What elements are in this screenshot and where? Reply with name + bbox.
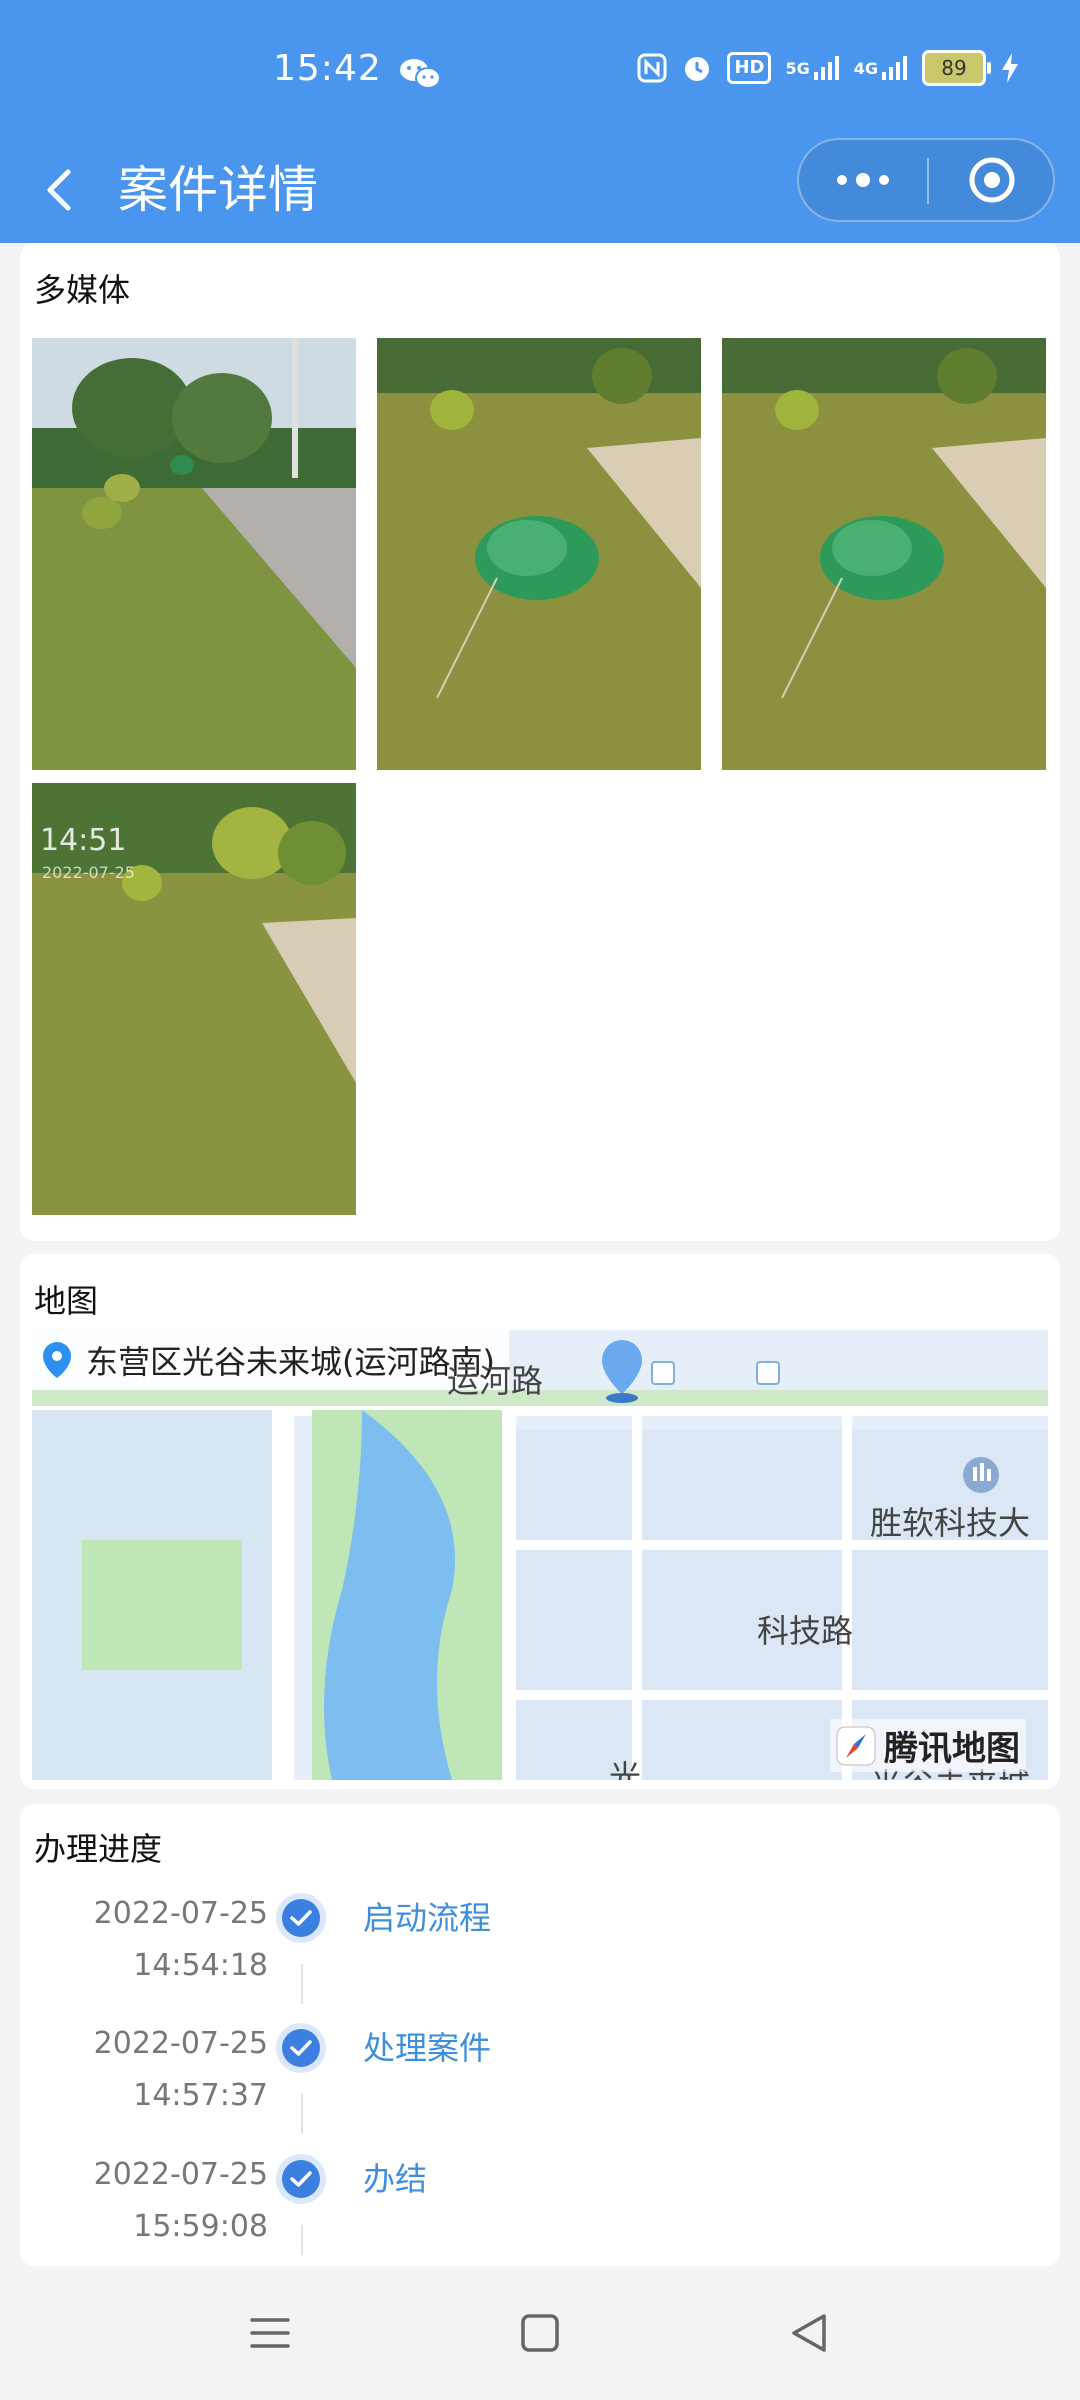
hd-icon: HD — [727, 52, 772, 84]
status-time: 15:42 — [273, 48, 382, 89]
nfc-icon — [637, 53, 667, 83]
step-time: 14:57:37 — [133, 2078, 268, 2113]
system-nav-bar — [0, 2266, 1080, 2400]
status-icons: HD 5G 4G 89 — [637, 50, 1020, 86]
miniprogram-capsule — [797, 138, 1055, 222]
back-button[interactable] — [34, 150, 94, 230]
more-button[interactable] — [799, 140, 927, 220]
photo-date: 2022-07-25 — [42, 863, 135, 882]
close-miniprogram-button[interactable] — [929, 140, 1055, 220]
photo-image — [377, 338, 701, 770]
home-icon[interactable] — [510, 2306, 570, 2360]
tencent-map-logo: 腾讯地图 — [830, 1719, 1026, 1772]
timeline-connector — [301, 1964, 303, 2004]
menu-icon[interactable] — [240, 2306, 300, 2360]
timeline-step: 2022-07-25 14:57:37 处理案件 — [20, 2018, 1060, 2138]
map-view[interactable]: 东营区光谷未来城(运河路南) 运河路 胜软科技大 科技路 光 光谷未来城 腾讯地… — [32, 1330, 1048, 1780]
map-address-bar: 东营区光谷未来城(运河路南) — [32, 1330, 509, 1390]
alarm-icon — [681, 52, 713, 84]
photo-timestamp: 14:51 — [40, 823, 127, 858]
target-close-icon — [969, 157, 1015, 203]
step-date: 2022-07-25 — [93, 2026, 268, 2061]
media-title: 多媒体 — [34, 271, 131, 309]
check-circle-icon — [276, 2023, 326, 2073]
photo-image — [32, 338, 356, 770]
map-label-road: 运河路 — [447, 1362, 544, 1400]
map-label-tech-road: 科技路 — [757, 1612, 854, 1650]
timeline-connector — [301, 2225, 303, 2255]
more-dot-icon — [837, 175, 847, 185]
step-time: 15:59:08 — [133, 2209, 268, 2244]
more-dot-icon — [856, 173, 870, 187]
signal-5g-label: 5G — [785, 58, 810, 78]
progress-card: 办理进度 2022-07-25 14:54:18 启动流程 2022-07-25… — [20, 1804, 1060, 2266]
signal-4g-icon: 4G — [854, 54, 908, 82]
wechat-icon — [400, 59, 441, 89]
signal-4g-label: 4G — [853, 58, 878, 78]
more-dot-icon — [879, 175, 889, 185]
step-label[interactable]: 处理案件 — [363, 2022, 491, 2074]
progress-title: 办理进度 — [34, 1830, 163, 1868]
location-pin-icon — [43, 1342, 71, 1378]
step-time: 14:54:18 — [133, 1948, 268, 1983]
battery-indicator: 89 — [922, 50, 991, 86]
timeline-step: 2022-07-25 15:59:08 办结 — [20, 2149, 1060, 2269]
photo-3[interactable] — [722, 338, 1046, 770]
map-card: 地图 东营区光谷未来城(运河路南) 运河路 胜软科技大 科技路 光 腾讯地图 — [20, 1254, 1060, 1789]
tencent-map-text: 腾讯地图 — [884, 1729, 1020, 1769]
back-triangle-icon[interactable] — [780, 2306, 840, 2360]
step-date: 2022-07-25 — [93, 2157, 268, 2192]
check-circle-icon — [276, 2154, 326, 2204]
photo-1[interactable] — [32, 338, 356, 770]
timeline-connector — [301, 2094, 303, 2134]
photo-2[interactable] — [377, 338, 701, 770]
charging-icon — [1000, 52, 1020, 84]
page-title: 案件详情 — [118, 161, 318, 219]
compass-icon — [836, 1726, 876, 1765]
chevron-left-icon — [47, 169, 71, 211]
media-card: 多媒体 14:51 2022-07-25 — [20, 243, 1060, 1241]
top-bar: 15:42 HD 5G 4G 89 案件详情 — [0, 0, 1080, 243]
signal-5g-icon: 5G — [785, 54, 839, 82]
map-label-building: 胜软科技大 — [870, 1504, 1031, 1542]
step-date: 2022-07-25 — [93, 1896, 268, 1931]
step-label[interactable]: 办结 — [363, 2153, 427, 2205]
check-circle-icon — [276, 1893, 326, 1943]
status-bar: 15:42 HD 5G 4G 89 — [0, 0, 1080, 140]
photo-image — [722, 338, 1046, 770]
photo-4[interactable]: 14:51 2022-07-25 — [32, 783, 356, 1215]
step-label[interactable]: 启动流程 — [363, 1892, 491, 1944]
map-title: 地图 — [34, 1282, 99, 1320]
map-address: 东营区光谷未来城(运河路南) — [86, 1343, 495, 1381]
map-label-partial: 光 — [609, 1758, 642, 1780]
timeline-step: 2022-07-25 14:54:18 启动流程 — [20, 1888, 1060, 2008]
